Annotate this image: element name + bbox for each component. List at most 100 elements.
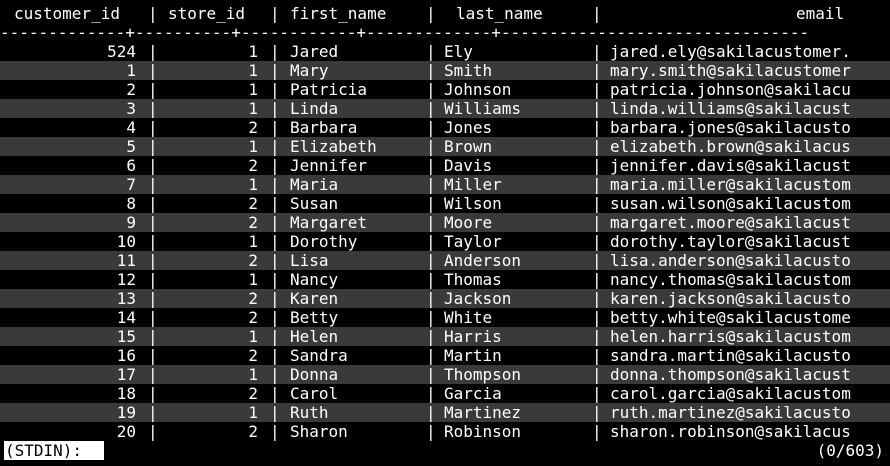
cell-customer-id: 11: [116, 251, 136, 270]
cell-first-name: Carol: [290, 384, 339, 403]
cell-first-name: Margaret: [290, 213, 368, 232]
cell-email: barbara.jones@sakilacusto: [610, 118, 851, 137]
cell-store-id: 2: [248, 194, 258, 213]
column-separator: |: [270, 99, 280, 118]
column-separator: |: [592, 289, 602, 308]
cell-email: carol.garcia@sakilacustom: [610, 384, 851, 403]
cell-email: sharon.robinson@sakilacus: [610, 422, 851, 441]
column-separator: |: [592, 403, 602, 422]
cell-customer-id: 4: [126, 118, 136, 137]
column-separator: |: [426, 42, 436, 61]
cell-email: nancy.thomas@sakilacustom: [610, 270, 851, 289]
column-separator: |: [148, 137, 158, 156]
table-row: 2 1 Patricia Johnson patricia.johnson@sakila…: [0, 80, 890, 99]
pager-prompt[interactable]: (STDIN):: [4, 441, 104, 460]
cell-customer-id: 9: [126, 213, 136, 232]
cell-store-id: 1: [248, 175, 258, 194]
column-separator: |: [270, 156, 280, 175]
cell-store-id: 1: [248, 403, 258, 422]
column-separator: |: [426, 289, 436, 308]
cell-customer-id: 6: [126, 156, 136, 175]
column-separator: |: [148, 251, 158, 270]
table-row: 10 1 Dorothy Taylor dorothy.taylor@sakilacus…: [0, 232, 890, 251]
table-row: 9 2 Margaret Moore margaret.moore@sakilacust…: [0, 213, 890, 232]
cell-first-name: Lisa: [290, 251, 329, 270]
column-header-email: email: [796, 4, 845, 23]
column-separator: |: [426, 61, 436, 80]
table-row: 6 2 Jennifer Davis jennifer.davis@sakilacust…: [0, 156, 890, 175]
cell-store-id: 2: [248, 308, 258, 327]
cell-last-name: Davis: [444, 156, 493, 175]
column-separator: |: [148, 327, 158, 346]
cell-customer-id: 12: [116, 270, 136, 289]
column-separator: |: [592, 42, 602, 61]
column-separator: |: [148, 194, 158, 213]
column-separator: |: [426, 99, 436, 118]
pager-position: (0/603): [816, 441, 884, 460]
column-separator: |: [148, 156, 158, 175]
cell-first-name: Mary: [290, 61, 329, 80]
column-separator: |: [148, 422, 158, 441]
column-separator: |: [148, 213, 158, 232]
cell-first-name: Maria: [290, 175, 339, 194]
column-separator: |: [592, 80, 602, 99]
cell-email: margaret.moore@sakilacust: [610, 213, 851, 232]
cell-email: sandra.martin@sakilacusto: [610, 346, 851, 365]
header-rule: -------------+----------+------------+--…: [0, 23, 890, 42]
table-row: 4 2 Barbara Jones barbara.jones@sakilacusto |…: [0, 118, 890, 137]
cell-email: ruth.martinez@sakilacusto: [610, 403, 851, 422]
column-separator: |: [270, 232, 280, 251]
column-separator: |: [426, 4, 436, 23]
cell-email: elizabeth.brown@sakilacus: [610, 137, 851, 156]
column-separator: |: [270, 137, 280, 156]
cell-first-name: Donna: [290, 365, 339, 384]
column-separator: |: [592, 213, 602, 232]
column-separator: |: [592, 118, 602, 137]
cell-last-name: Garcia: [444, 384, 502, 403]
column-separator: |: [270, 118, 280, 137]
cell-customer-id: 524: [107, 42, 136, 61]
table-row: 8 2 Susan Wilson susan.wilson@sakilacustom | |…: [0, 194, 890, 213]
column-separator: |: [270, 289, 280, 308]
cell-store-id: 1: [248, 80, 258, 99]
cell-last-name: Taylor: [444, 232, 502, 251]
table-row: 5 1 Elizabeth Brown elizabeth.brown@sakilacu…: [0, 137, 890, 156]
column-separator: |: [592, 99, 602, 118]
cell-customer-id: 10: [116, 232, 136, 251]
cell-email: jennifer.davis@sakilacust: [610, 156, 851, 175]
cell-email: betty.white@sakilacustome: [610, 308, 851, 327]
column-header-last-name: last_name: [456, 4, 543, 23]
column-separator: |: [426, 213, 436, 232]
cell-store-id: 1: [248, 42, 258, 61]
cell-last-name: Wilson: [444, 194, 502, 213]
cell-email: dorothy.taylor@sakilacust: [610, 232, 851, 251]
column-separator: |: [426, 403, 436, 422]
cell-last-name: Jackson: [444, 289, 512, 308]
cell-first-name: Ruth: [290, 403, 329, 422]
column-separator: |: [270, 403, 280, 422]
cell-first-name: Patricia: [290, 80, 368, 99]
column-separator: |: [426, 232, 436, 251]
column-separator: |: [426, 137, 436, 156]
column-separator: |: [148, 365, 158, 384]
column-separator: |: [592, 346, 602, 365]
cell-first-name: Linda: [290, 99, 339, 118]
table-row: 18 2 Carol Garcia carol.garcia@sakilacustom |…: [0, 384, 890, 403]
column-separator: |: [426, 422, 436, 441]
column-separator: |: [270, 327, 280, 346]
column-separator: |: [426, 80, 436, 99]
column-separator: |: [592, 365, 602, 384]
cell-store-id: 1: [248, 327, 258, 346]
column-separator: |: [426, 365, 436, 384]
column-separator: |: [270, 42, 280, 61]
column-separator: |: [592, 270, 602, 289]
cell-first-name: Nancy: [290, 270, 339, 289]
cell-last-name: Smith: [444, 61, 493, 80]
table-row: 3 1 Linda Williams linda.williams@sakilacust…: [0, 99, 890, 118]
cell-email: lisa.anderson@sakilacusto: [610, 251, 851, 270]
cell-customer-id: 15: [116, 327, 136, 346]
cell-last-name: Williams: [444, 99, 522, 118]
cell-last-name: Miller: [444, 175, 502, 194]
pager-terminal[interactable]: customer_id | store_id | first_name | la…: [0, 0, 890, 466]
column-separator: |: [148, 384, 158, 403]
